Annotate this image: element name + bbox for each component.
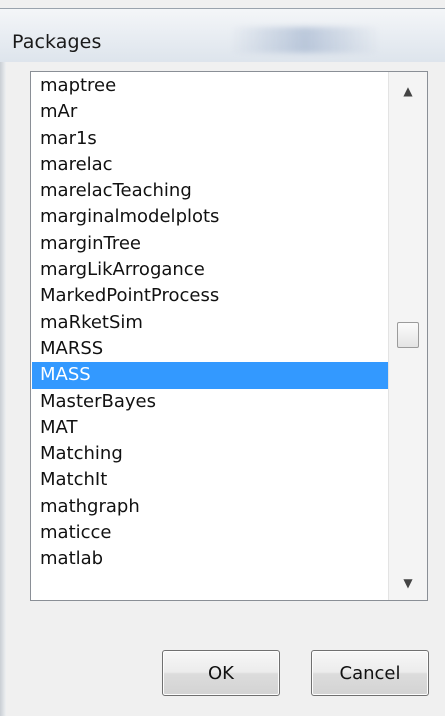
scrollbar-thumb[interactable] xyxy=(397,322,419,348)
list-item[interactable]: matlab xyxy=(32,546,388,572)
list-item[interactable]: maptree xyxy=(32,73,388,99)
list-item[interactable]: mar1s xyxy=(32,126,388,152)
scroll-up-arrow-icon[interactable]: ▲ xyxy=(389,76,427,106)
list-item[interactable]: maRketSim xyxy=(32,310,388,336)
list-item[interactable]: MatchIt xyxy=(32,467,388,493)
window-title: Packages xyxy=(12,31,102,53)
list-item[interactable]: MarkedPointProcess xyxy=(32,283,388,309)
packages-listbox[interactable]: maptree mAr mar1s marelac marelacTeaching mar… xyxy=(30,71,428,601)
list-item[interactable]: marginalmodelplots xyxy=(32,204,388,230)
cancel-button[interactable]: Cancel xyxy=(311,650,429,696)
packages-list[interactable]: maptree mAr mar1s marelac marelacTeaching mar… xyxy=(32,73,388,599)
ok-button[interactable]: OK xyxy=(162,650,280,696)
title-bar-background-blur xyxy=(230,27,380,53)
list-item[interactable]: margLikArrogance xyxy=(32,257,388,283)
list-item[interactable]: Matching xyxy=(32,441,388,467)
packages-dialog: Packages maptree mAr mar1s marelac marelacTe… xyxy=(0,0,445,716)
list-item[interactable]: marelac xyxy=(32,152,388,178)
list-item[interactable]: MAT xyxy=(32,415,388,441)
scroll-down-arrow-icon[interactable]: ▼ xyxy=(389,568,427,598)
list-item[interactable]: mathgraph xyxy=(32,494,388,520)
list-item[interactable]: maticce xyxy=(32,520,388,546)
list-item[interactable]: MARSS xyxy=(32,336,388,362)
list-item[interactable]: marelacTeaching xyxy=(32,178,388,204)
list-item[interactable]: mAr xyxy=(32,99,388,125)
list-item[interactable]: MasterBayes xyxy=(32,389,388,415)
title-bar[interactable]: Packages xyxy=(0,8,445,63)
list-item[interactable]: marginTree xyxy=(32,231,388,257)
list-item-selected[interactable]: MASS xyxy=(32,362,388,389)
vertical-scrollbar[interactable]: ▲ ▼ xyxy=(388,72,427,600)
